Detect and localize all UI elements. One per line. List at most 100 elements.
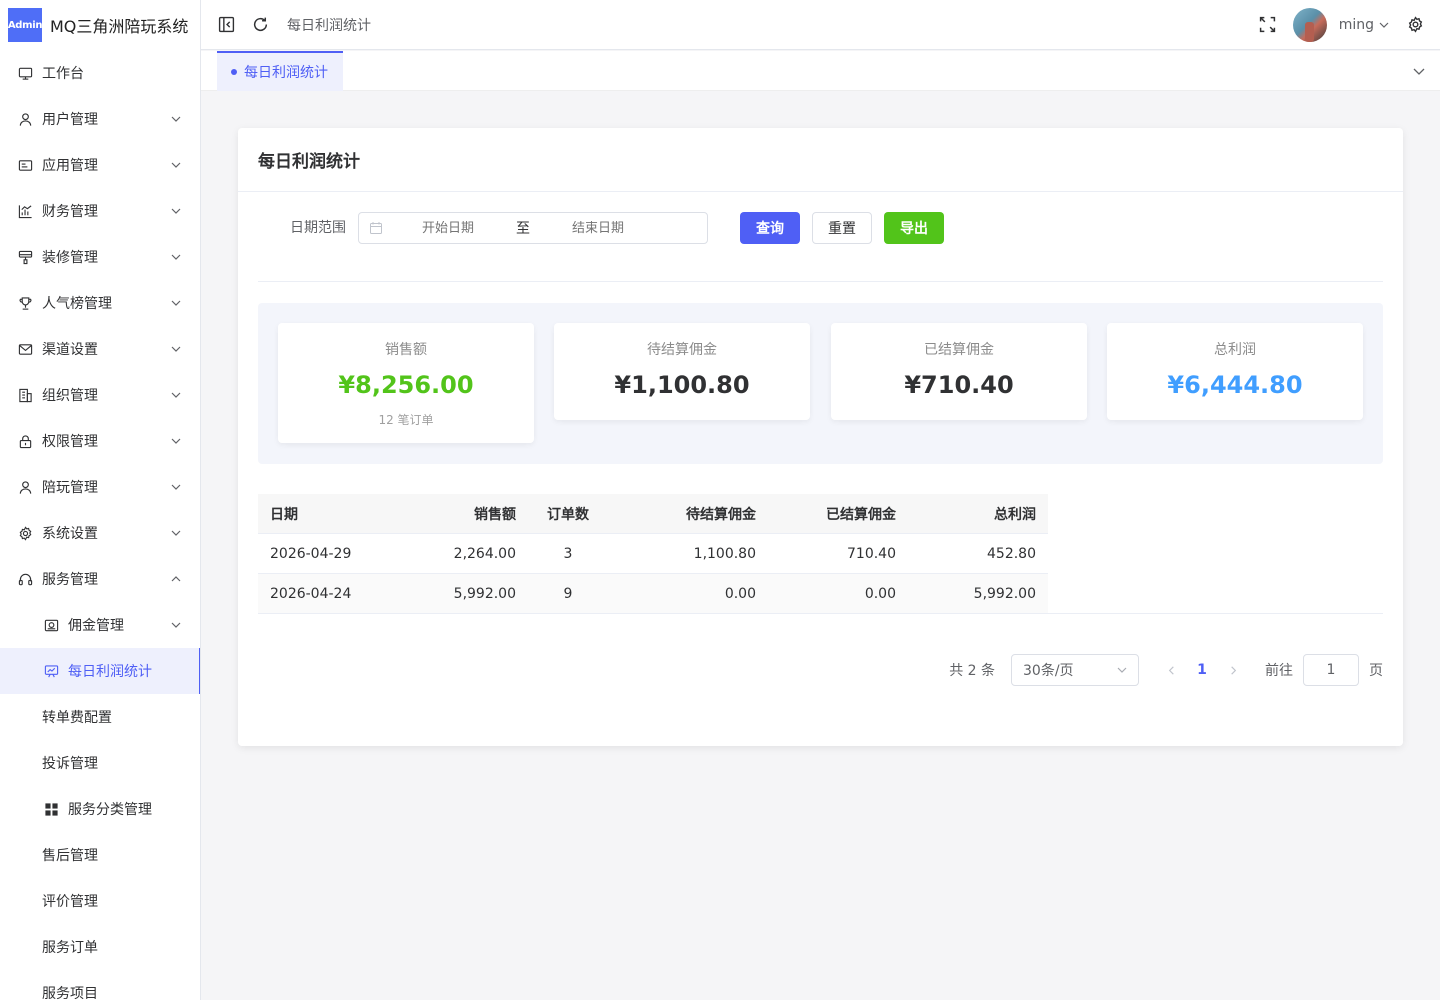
breadcrumb: 每日利润统计 bbox=[287, 17, 371, 34]
date-range-picker[interactable]: 至 bbox=[358, 212, 708, 244]
sidebar-item-organization[interactable]: 组织管理 bbox=[0, 372, 200, 418]
sidebar-item-label: 转单费配置 bbox=[42, 710, 112, 726]
sidebar-item-label: 服务项目 bbox=[42, 986, 98, 1000]
sidebar-item-service[interactable]: 服务管理 bbox=[0, 556, 200, 602]
chevron-down-icon bbox=[170, 113, 182, 125]
sidebar-item-finance[interactable]: 财务管理 bbox=[0, 188, 200, 234]
cell-date: 2026-04-29 bbox=[270, 545, 352, 562]
chevron-down-icon bbox=[170, 343, 182, 355]
sidebar-item-decoration[interactable]: 装修管理 bbox=[0, 234, 200, 280]
user-icon bbox=[18, 112, 33, 127]
end-date-input[interactable] bbox=[533, 220, 663, 236]
sidebar-menu: 工作台用户管理应用管理财务管理装修管理人气榜管理渠道设置组织管理权限管理 陪玩管理… bbox=[0, 50, 200, 1000]
stat-title: 已结算佣金 bbox=[924, 342, 994, 358]
filter-bar: 日期范围 至 查询 重置 导出 bbox=[258, 212, 1383, 282]
stat-card-total-profit: 总利润 ¥6,444.80 bbox=[1107, 323, 1363, 420]
chevron-down-icon[interactable] bbox=[1412, 64, 1426, 78]
sidebar-item-apps[interactable]: 应用管理 bbox=[0, 142, 200, 188]
cell-settled: 0.00 bbox=[864, 585, 896, 602]
app-icon bbox=[18, 158, 33, 173]
sidebar-item-commission[interactable]: 佣金管理 bbox=[0, 602, 200, 648]
col-date[interactable]: 日期 bbox=[258, 504, 406, 524]
sidebar-item-label: 组织管理 bbox=[42, 388, 98, 404]
refresh-icon[interactable] bbox=[251, 16, 269, 34]
collapse-sidebar-icon[interactable] bbox=[217, 16, 235, 34]
col-settled[interactable]: 已结算佣金 bbox=[768, 504, 908, 524]
wallet-icon bbox=[44, 618, 59, 633]
table-row[interactable]: 2026-04-24 5,992.00 9 0.00 0.00 5,992.00 bbox=[258, 574, 1048, 614]
sidebar-item-popularity[interactable]: 人气榜管理 bbox=[0, 280, 200, 326]
sidebar-item-label: 服务管理 bbox=[42, 572, 98, 588]
sidebar-item-after-sales[interactable]: 售后管理 bbox=[0, 832, 200, 878]
sidebar-item-label: 工作台 bbox=[42, 66, 84, 82]
col-profit[interactable]: 总利润 bbox=[908, 504, 1048, 524]
tab-label: 每日利润统计 bbox=[244, 65, 328, 81]
calendar-icon bbox=[370, 222, 382, 234]
sidebar-item-companion[interactable]: 陪玩管理 bbox=[0, 464, 200, 510]
chevron-down-icon bbox=[170, 619, 182, 631]
chevron-down-icon[interactable] bbox=[1378, 19, 1390, 31]
brand[interactable]: Admin MQ三角洲陪玩系统 bbox=[0, 0, 200, 50]
stats-panel: 销售额 ¥8,256.00 12 笔订单 待结算佣金 ¥1,100.80 已结算… bbox=[258, 303, 1383, 464]
stat-card-settled-commission: 已结算佣金 ¥710.40 bbox=[831, 323, 1087, 420]
sidebar-item-reviews[interactable]: 评价管理 bbox=[0, 878, 200, 924]
next-page-button[interactable] bbox=[1219, 656, 1247, 684]
col-pending[interactable]: 待结算佣金 bbox=[608, 504, 768, 524]
chevron-down-icon bbox=[170, 527, 182, 539]
sidebar-item-daily-profit[interactable]: 每日利润统计 bbox=[0, 648, 200, 694]
sidebar-item-label: 每日利润统计 bbox=[68, 664, 152, 680]
sidebar-item-label: 渠道设置 bbox=[42, 342, 98, 358]
sidebar-item-system-settings[interactable]: 系统设置 bbox=[0, 510, 200, 556]
sidebar-item-service-category[interactable]: 服务分类管理 bbox=[0, 786, 200, 832]
sidebar-item-users[interactable]: 用户管理 bbox=[0, 96, 200, 142]
chevron-down-icon bbox=[170, 251, 182, 263]
page-number-current[interactable]: 1 bbox=[1185, 662, 1219, 678]
prev-page-button[interactable] bbox=[1157, 656, 1185, 684]
start-date-input[interactable] bbox=[383, 220, 513, 236]
cell-profit: 452.80 bbox=[987, 545, 1036, 562]
sidebar-item-label: 应用管理 bbox=[42, 158, 98, 174]
query-button[interactable]: 查询 bbox=[740, 212, 800, 244]
profit-card: 每日利润统计 日期范围 至 查询 重置 导出 销售额 ¥8,256.00 12 … bbox=[238, 128, 1403, 746]
goto-page-input[interactable] bbox=[1303, 654, 1359, 686]
chevron-down-icon bbox=[170, 205, 182, 217]
sidebar-item-complaints[interactable]: 投诉管理 bbox=[0, 740, 200, 786]
col-orders[interactable]: 订单数 bbox=[528, 504, 608, 524]
sidebar-item-label: 投诉管理 bbox=[42, 756, 98, 772]
chevron-down-icon bbox=[170, 297, 182, 309]
sidebar-item-label: 装修管理 bbox=[42, 250, 98, 266]
stat-card-sales: 销售额 ¥8,256.00 12 笔订单 bbox=[278, 323, 534, 443]
chart-icon bbox=[18, 204, 33, 219]
cell-date: 2026-04-24 bbox=[270, 585, 352, 602]
sidebar-item-label: 人气榜管理 bbox=[42, 296, 112, 312]
sidebar-item-label: 系统设置 bbox=[42, 526, 98, 542]
sidebar-item-service-items[interactable]: 服务项目 bbox=[0, 970, 200, 1000]
col-sales[interactable]: 销售额 bbox=[406, 504, 528, 524]
gear-icon[interactable] bbox=[1406, 16, 1424, 34]
reset-button[interactable]: 重置 bbox=[812, 212, 872, 244]
sidebar-item-permission[interactable]: 权限管理 bbox=[0, 418, 200, 464]
chevron-down-icon bbox=[170, 159, 182, 171]
username[interactable]: ming bbox=[1339, 17, 1374, 33]
sidebar-item-label: 服务分类管理 bbox=[68, 802, 152, 818]
fullscreen-icon[interactable] bbox=[1259, 16, 1277, 34]
tabs-bar: 每日利润统计 bbox=[201, 51, 1440, 91]
trophy-icon bbox=[18, 296, 33, 311]
top-header: 每日利润统计 ming bbox=[201, 0, 1440, 50]
avatar[interactable] bbox=[1292, 7, 1327, 42]
sidebar-item-service-orders[interactable]: 服务订单 bbox=[0, 924, 200, 970]
card-title: 每日利润统计 bbox=[238, 128, 1403, 192]
cell-orders: 9 bbox=[563, 585, 573, 602]
sidebar-item-channel[interactable]: 渠道设置 bbox=[0, 326, 200, 372]
sidebar-item-label: 佣金管理 bbox=[68, 618, 124, 634]
sidebar-item-workbench[interactable]: 工作台 bbox=[0, 50, 200, 96]
cell-orders: 3 bbox=[563, 545, 573, 562]
chevron-down-icon bbox=[1117, 667, 1127, 673]
sidebar-item-transfer-fee[interactable]: 转单费配置 bbox=[0, 694, 200, 740]
stats-board-icon bbox=[44, 664, 59, 679]
table-row[interactable]: 2026-04-29 2,264.00 3 1,100.80 710.40 45… bbox=[258, 534, 1048, 574]
tab-daily-profit[interactable]: 每日利润统计 bbox=[217, 51, 343, 91]
stat-title: 销售额 bbox=[385, 342, 427, 358]
page-size-select[interactable]: 30条/页 bbox=[1011, 654, 1139, 686]
export-button[interactable]: 导出 bbox=[884, 212, 944, 244]
